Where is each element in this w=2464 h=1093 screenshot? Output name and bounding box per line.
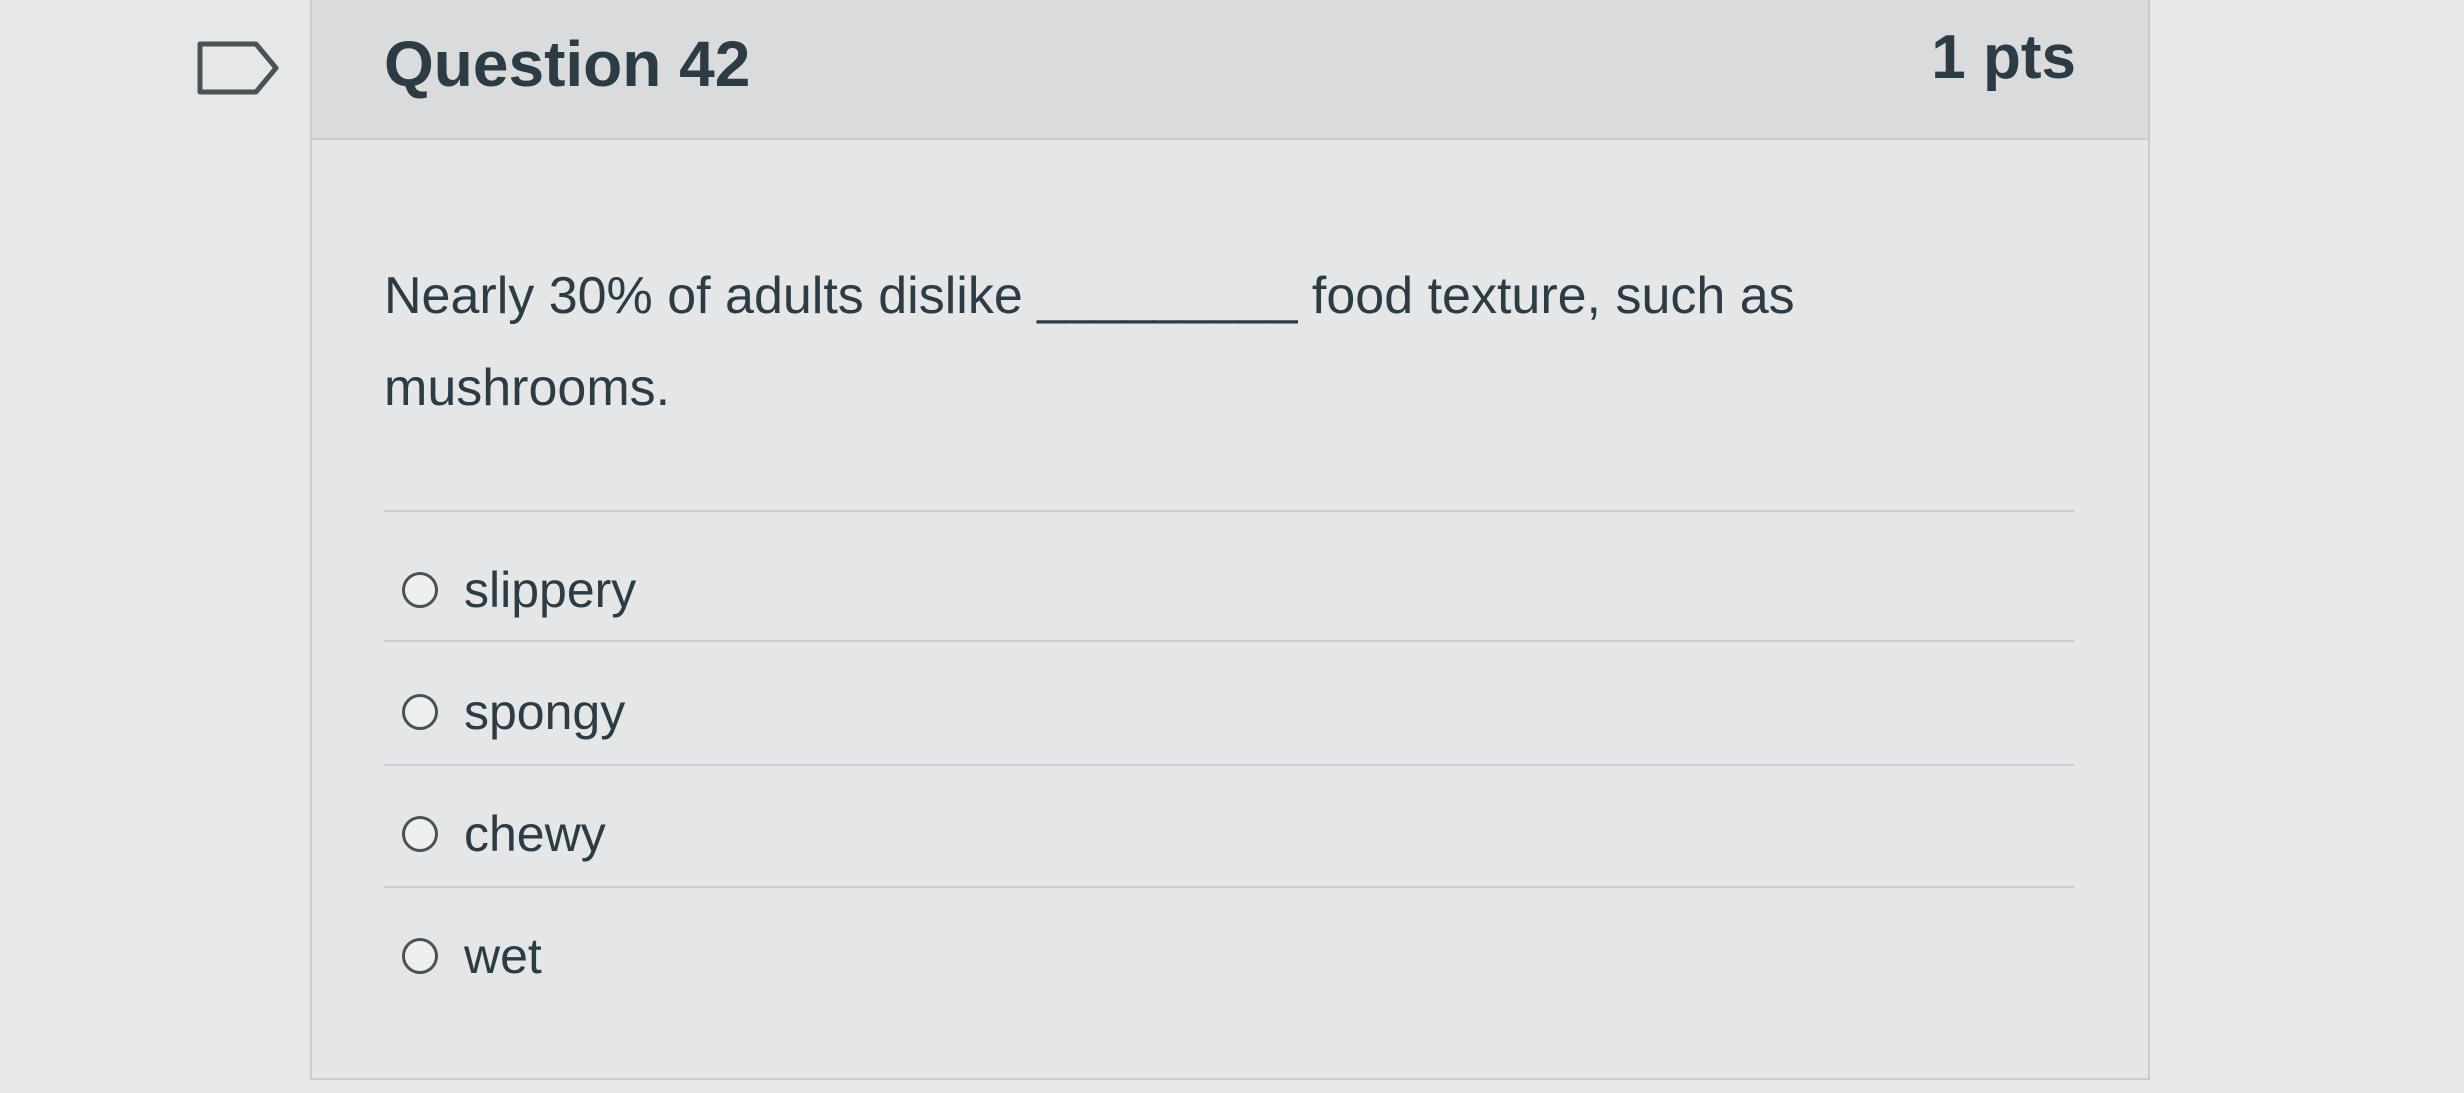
radio-unchecked-icon[interactable] (402, 816, 438, 852)
flag-question-icon[interactable] (196, 40, 282, 96)
answer-option-spongy[interactable]: spongy (402, 662, 625, 762)
question-card: Question 42 1 pts Nearly 30% of adults d… (310, 0, 2150, 1080)
radio-unchecked-icon[interactable] (402, 694, 438, 730)
question-header: Question 42 1 pts (312, 0, 2148, 140)
answer-divider (384, 764, 2074, 766)
question-text: Nearly 30% of adults dislike _________ f… (384, 267, 1795, 417)
answer-option-slippery[interactable]: slippery (402, 540, 636, 640)
question-points: 1 pts (1931, 23, 2076, 92)
answer-label: chewy (464, 806, 606, 862)
answer-label: slippery (464, 562, 637, 618)
question-title: Question 42 (384, 28, 751, 100)
answer-label: wet (464, 928, 542, 984)
answers-divider-top (384, 510, 2074, 512)
answer-option-wet[interactable]: wet (402, 906, 542, 1006)
radio-unchecked-icon[interactable] (402, 938, 438, 974)
answer-divider (384, 640, 2074, 642)
answer-option-chewy[interactable]: chewy (402, 784, 606, 884)
radio-unchecked-icon[interactable] (402, 572, 438, 608)
answer-label: spongy (464, 684, 626, 740)
answer-divider (384, 886, 2074, 888)
